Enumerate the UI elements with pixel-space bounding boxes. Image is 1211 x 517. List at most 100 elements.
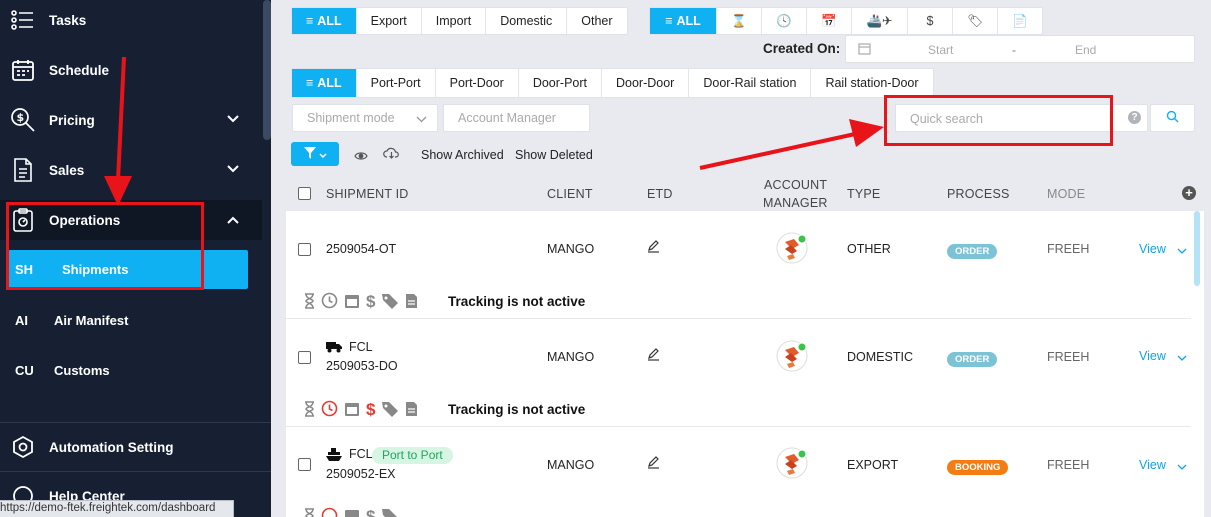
sidebar-scrollbar[interactable] — [263, 0, 271, 140]
tracking-icons: $ — [304, 292, 418, 312]
shipment-id[interactable]: 2509054-OT — [326, 242, 396, 256]
sidebar-item-pricing[interactable]: $ Pricing — [0, 95, 262, 145]
edit-etd-icon[interactable] — [647, 348, 660, 364]
shipment-mode: FREEH — [1047, 350, 1090, 364]
col-etd[interactable]: ETD — [647, 187, 673, 201]
chevron-up-icon[interactable] — [226, 213, 240, 228]
route-all-tab[interactable]: ≡ ALL — [292, 69, 356, 97]
col-process[interactable]: PROCESS — [947, 187, 1010, 201]
edit-etd-icon[interactable] — [647, 240, 660, 256]
tag-icon — [381, 508, 399, 517]
direction-domestic-tab[interactable]: Domestic — [485, 8, 566, 34]
shipment-mode-select[interactable]: Shipment mode — [292, 104, 438, 132]
col-type[interactable]: TYPE — [847, 187, 880, 201]
cloud-download-icon[interactable] — [383, 146, 400, 162]
add-column-button[interactable]: + — [1182, 186, 1196, 200]
tracking-icons: $ — [304, 507, 399, 517]
show-deleted-toggle[interactable]: Show Deleted — [515, 148, 593, 162]
status-all-tab[interactable]: ≡ ALL — [650, 8, 716, 34]
clock-icon — [321, 507, 338, 517]
end-date-input[interactable]: End — [1075, 43, 1096, 57]
sidebar-item-automation[interactable]: Automation Setting — [0, 422, 262, 472]
client-name: MANGO — [547, 350, 595, 364]
eye-icon[interactable] — [354, 149, 368, 164]
col-account-manager[interactable]: ACCOUNT — [764, 178, 827, 192]
tag-filter[interactable]: 🏷 — [952, 8, 997, 34]
tag-icon — [381, 401, 399, 420]
sidebar-item-operations[interactable]: Operations — [0, 200, 262, 240]
col-client[interactable]: CLIENT — [547, 187, 593, 201]
dollar-filter[interactable]: $ — [907, 8, 952, 34]
row-checkbox[interactable] — [298, 351, 311, 364]
sidebar-item-sales[interactable]: Sales — [0, 145, 262, 195]
route-door-port-tab[interactable]: Door-Port — [517, 69, 601, 97]
route-port-port-tab[interactable]: Port-Port — [355, 69, 435, 97]
view-link[interactable]: View — [1139, 349, 1166, 363]
edit-etd-icon[interactable] — [647, 456, 660, 472]
col-mode[interactable]: MODE — [1047, 187, 1085, 201]
client-name: MANGO — [547, 458, 595, 472]
route-filter: ≡ ALL Port-Port Port-Door Door-Port Door-… — [291, 68, 934, 98]
clock-filter[interactable]: 🕓 — [761, 8, 806, 34]
view-link[interactable]: View — [1139, 242, 1166, 256]
chevron-down-icon[interactable] — [1177, 460, 1187, 474]
sidebar-item-tasks[interactable]: Tasks — [0, 0, 262, 45]
sidebar-item-air-manifest[interactable]: AI Air Manifest — [0, 299, 262, 341]
avatar — [776, 340, 808, 375]
transport-filter[interactable]: 🚢✈ — [851, 8, 907, 34]
col-account-manager-2: MANAGER — [763, 196, 828, 210]
filter-button[interactable] — [291, 142, 339, 166]
document-filter[interactable]: 📄 — [997, 8, 1042, 34]
table-row[interactable]: 2509054-OT MANGO OTHER ORDER FREEH View … — [286, 211, 1191, 319]
col-shipment-id[interactable]: SHIPMENT ID — [326, 187, 409, 201]
search-button[interactable] — [1150, 104, 1195, 132]
quick-search-input[interactable]: Quick search — [895, 104, 1148, 132]
route-port-door-tab[interactable]: Port-Door — [434, 69, 518, 97]
table-row[interactable]: FCL Port to Port 2509052-EX MANGO EXPORT… — [286, 427, 1191, 517]
date-range-picker[interactable]: Start - End — [845, 35, 1195, 63]
filter-icon — [303, 146, 316, 162]
sidebar-item-schedule[interactable]: Schedule — [0, 45, 262, 95]
help-icon[interactable]: ? — [1128, 111, 1141, 124]
chevron-down-icon[interactable] — [226, 162, 240, 177]
select-all-checkbox[interactable] — [298, 187, 311, 200]
account-manager-select[interactable]: Account Manager — [443, 104, 590, 132]
dollar-icon: $ — [366, 292, 376, 311]
route-door-rail-tab[interactable]: Door-Rail station — [688, 69, 810, 97]
show-archived-toggle[interactable]: Show Archived — [421, 148, 504, 162]
direction-export-tab[interactable]: Export — [355, 8, 421, 34]
sidebar-item-shipments[interactable]: SH Shipments — [8, 250, 248, 289]
start-date-input[interactable]: Start — [928, 43, 953, 57]
sidebar-item-label: Shipments — [62, 262, 129, 277]
direction-all-tab[interactable]: ≡ ALL — [292, 8, 356, 34]
sidebar-item-customs[interactable]: CU Customs — [0, 349, 262, 391]
hourglass-icon — [304, 507, 315, 517]
route-door-door-tab[interactable]: Door-Door — [601, 69, 688, 97]
row-checkbox[interactable] — [298, 243, 311, 256]
table-scrollbar[interactable] — [1194, 211, 1200, 286]
main-content: ≡ ALL Export Import Domestic Other ≡ ALL ⌛… — [271, 0, 1211, 517]
view-link[interactable]: View — [1139, 458, 1166, 472]
hourglass-filter[interactable]: ⌛ — [716, 8, 761, 34]
dollar-icon: $ — [926, 14, 934, 28]
shipment-type: EXPORT — [847, 458, 899, 472]
created-on-label: Created On: — [763, 41, 841, 56]
chevron-down-icon — [416, 113, 427, 127]
table-row[interactable]: FCL 2509053-DO MANGO DOMESTIC ORDER FREE… — [286, 319, 1191, 427]
avatar — [776, 447, 808, 482]
hourglass-icon — [304, 292, 315, 312]
direction-import-tab[interactable]: Import — [420, 8, 485, 34]
chevron-down-icon[interactable] — [226, 112, 240, 127]
shipment-id[interactable]: 2509052-EX — [326, 467, 396, 481]
direction-other-tab[interactable]: Other — [566, 8, 626, 34]
calendar-filter[interactable]: 📅 — [806, 8, 851, 34]
process-badge: BOOKING — [947, 460, 1009, 475]
route-rail-door-tab[interactable]: Rail station-Door — [810, 69, 932, 97]
dollar-icon: $ — [366, 400, 376, 419]
shipment-id[interactable]: 2509053-DO — [326, 359, 398, 373]
chevron-down-icon[interactable] — [1177, 244, 1187, 258]
row-checkbox[interactable] — [298, 458, 311, 471]
shipment-mode-label: FCL — [349, 447, 373, 461]
chevron-down-icon[interactable] — [1177, 351, 1187, 365]
truck-icon — [326, 341, 342, 356]
